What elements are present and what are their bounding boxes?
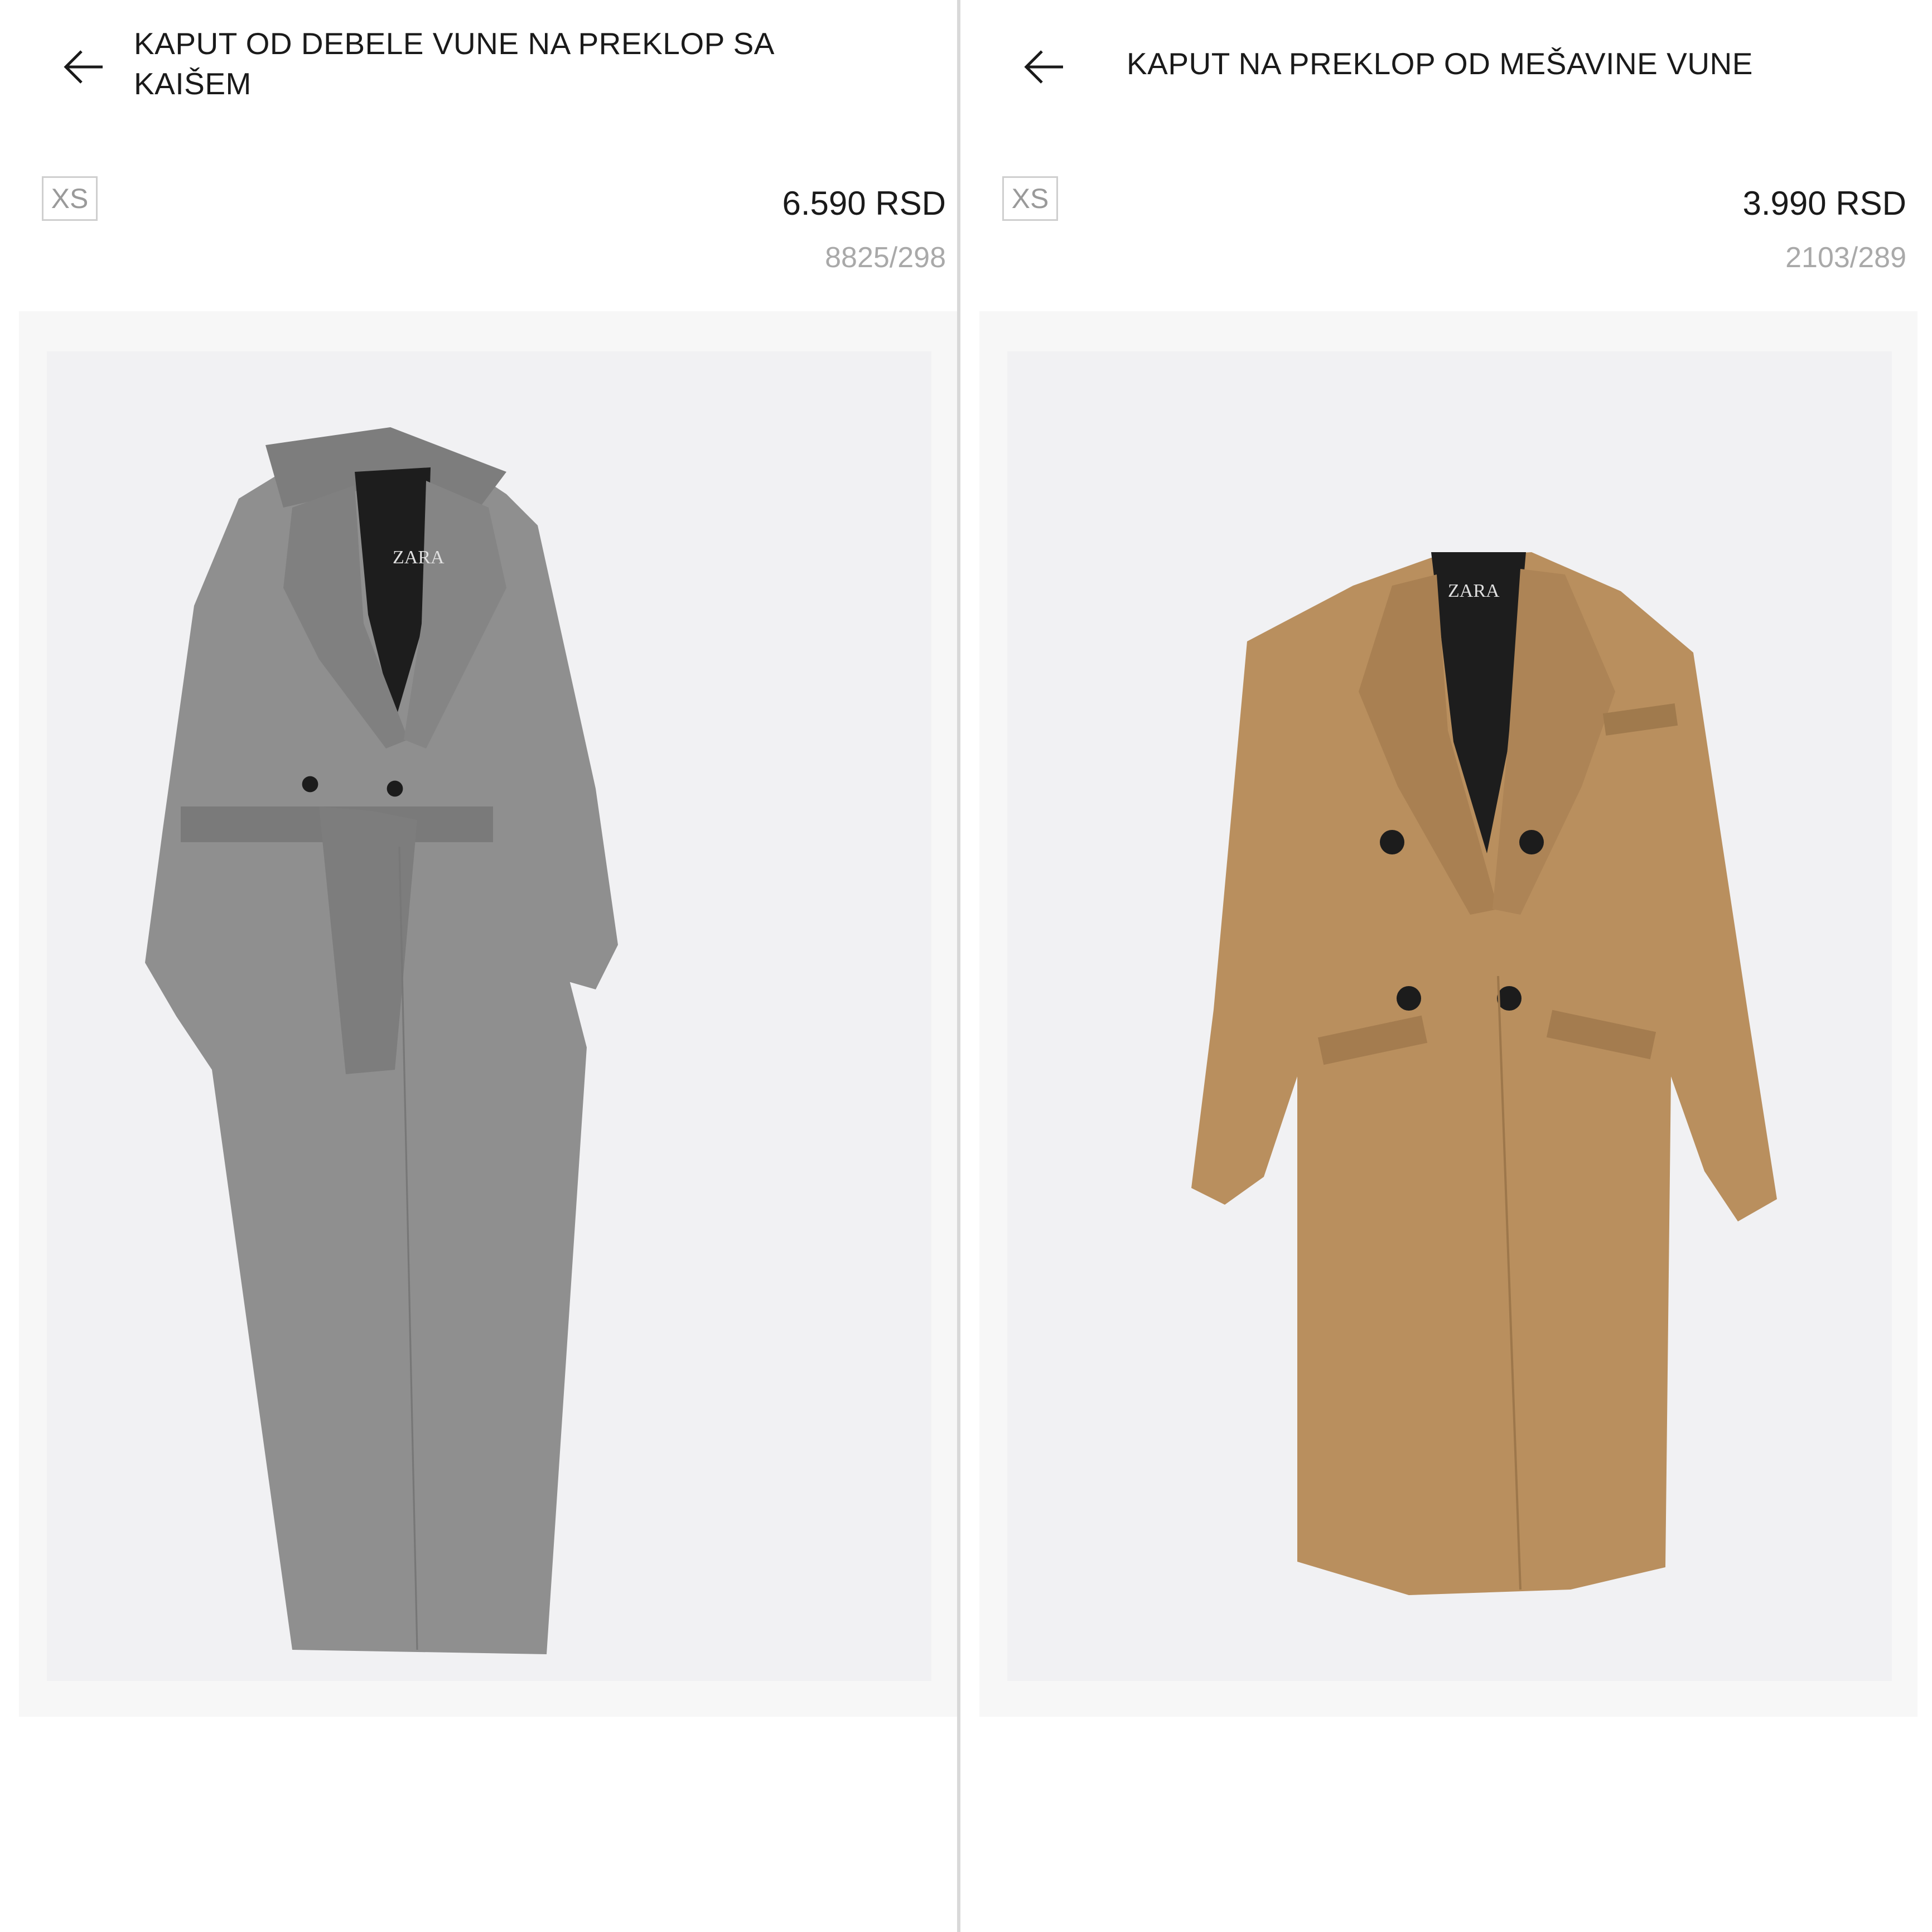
size-selector[interactable]: XS <box>1002 176 1058 221</box>
back-arrow-icon[interactable] <box>61 45 106 89</box>
product-price: 6.590 RSD <box>782 185 946 222</box>
product-image-frame[interactable]: ZARA <box>19 311 957 1717</box>
product-price: 3.990 RSD <box>1742 185 1907 222</box>
product-panel-right: KAPUT NA PREKLOP OD MEŠAVINE VUNE XS 3.9… <box>960 0 1917 1932</box>
product-image-frame[interactable]: ZARA <box>979 311 1917 1717</box>
brand-label: ZARA <box>1448 581 1500 601</box>
product-reference: 2103/289 <box>1785 241 1906 274</box>
back-arrow-icon[interactable] <box>1022 45 1066 89</box>
product-reference: 8825/298 <box>825 241 946 274</box>
brand-label: ZARA <box>393 547 445 568</box>
size-selector[interactable]: XS <box>42 176 98 221</box>
product-panel-left: KAPUT OD DEBELE VUNE NA PREKLOP SA KAIŠE… <box>0 0 957 1932</box>
product-title: KAPUT OD DEBELE VUNE NA PREKLOP SA KAIŠE… <box>134 26 773 101</box>
grey-belted-wool-coat-image: ZARA <box>47 351 931 1681</box>
camel-double-breasted-coat-image: ZARA <box>1007 351 1892 1681</box>
product-title: KAPUT NA PREKLOP OD MEŠAVINE VUNE <box>1127 46 1753 81</box>
